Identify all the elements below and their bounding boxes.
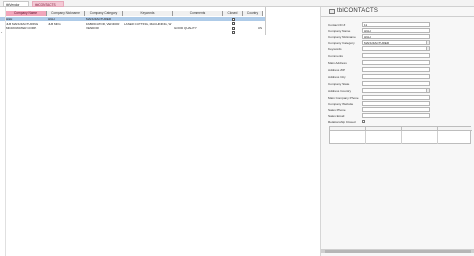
label-main-address: Main Address xyxy=(328,61,347,65)
cell-company-nickname[interactable] xyxy=(47,26,85,30)
label-address-zip: Address ZIP xyxy=(328,68,346,72)
col-header-keywords[interactable]: Keywords xyxy=(123,11,173,16)
col-header-company-nickname[interactable]: Company Nickname xyxy=(47,11,85,16)
company-category-value: MANUFACTURER xyxy=(364,41,390,45)
dropdown-arrow-icon[interactable] xyxy=(426,47,429,50)
address-zip-field[interactable] xyxy=(362,67,430,72)
datasheet-pane: Company Name Company Nickname Company Ca… xyxy=(0,7,320,256)
cell-country[interactable] xyxy=(243,17,263,21)
label-relationship-closed: Relationship Closed xyxy=(328,120,356,124)
scrollbar-thumb[interactable] xyxy=(325,249,471,253)
table-row[interactable]: JLB MANUFACTURING JLB MFG FABRICATOR, VE… xyxy=(0,22,265,26)
label-comments: Comments xyxy=(328,54,343,58)
label-company-state: Company State xyxy=(328,82,350,86)
label-company-name: Company Name xyxy=(328,29,351,33)
label-company-nickname: Company Nickname xyxy=(328,35,356,39)
company-website-field[interactable] xyxy=(362,101,430,106)
form-title: tblCONTACTS xyxy=(337,8,379,14)
cell-company-name[interactable]: H&H xyxy=(5,17,47,21)
subform-cell[interactable] xyxy=(330,131,366,144)
keywords-field[interactable] xyxy=(362,46,430,51)
closed-checkbox[interactable] xyxy=(232,22,235,25)
horizontal-scrollbar[interactable] xyxy=(321,249,474,253)
cell-keywords[interactable] xyxy=(123,17,173,21)
grid-divider xyxy=(265,7,266,35)
cell-company-category[interactable]: FABRICATOR, VENDOR xyxy=(85,22,123,26)
cell-keywords[interactable] xyxy=(123,26,173,30)
comments-field[interactable] xyxy=(362,53,430,58)
col-header-country[interactable]: Country xyxy=(243,11,263,16)
cell-country[interactable] xyxy=(243,22,263,26)
main-company-phone-field[interactable] xyxy=(362,95,430,100)
dropdown-arrow-icon[interactable] xyxy=(426,89,429,92)
form-icon xyxy=(329,8,335,14)
sales-email-field[interactable] xyxy=(362,113,430,118)
cell-country[interactable]: US xyxy=(243,26,263,30)
subform-grid[interactable] xyxy=(329,126,472,144)
table-row[interactable]: MICROWATER CORP. VENDOR GOOD QUALITY US xyxy=(0,26,265,30)
col-header-company-name[interactable]: Company Name xyxy=(5,11,47,16)
label-address-city: Address City xyxy=(328,75,346,79)
form-header: tblCONTACTS xyxy=(329,8,378,14)
col-header-closed[interactable]: Closed xyxy=(223,11,243,16)
cell-company-nickname[interactable]: JLB MFG xyxy=(47,22,85,26)
company-state-field[interactable] xyxy=(362,81,430,86)
company-nickname-field[interactable]: HGH xyxy=(362,34,430,39)
subform-cell[interactable] xyxy=(366,131,402,144)
contact-id-field[interactable]: 11 xyxy=(362,22,430,27)
address-city-field[interactable] xyxy=(362,74,430,79)
closed-checkbox[interactable] xyxy=(232,17,235,21)
label-address-country: Address Country xyxy=(328,89,352,93)
relationship-closed-checkbox[interactable] xyxy=(362,120,365,123)
label-keywords: Keywords xyxy=(328,47,342,51)
col-header-company-category[interactable]: Company Category xyxy=(85,11,123,16)
cell-keywords[interactable]: LASER CUTTING, MACHINING, W xyxy=(123,22,173,26)
closed-checkbox[interactable] xyxy=(232,26,235,30)
label-sales-email: Sales Email xyxy=(328,114,345,118)
label-company-category: Company Category xyxy=(328,41,355,45)
document-tab-strip: tblVendor tblCONTACTS xyxy=(0,0,474,7)
label-main-company-phone: Main Company Phone xyxy=(328,96,359,100)
table-row[interactable]: H&H HGH MANUFACTURER xyxy=(0,17,265,21)
main-address-field[interactable] xyxy=(362,60,430,65)
address-country-field[interactable] xyxy=(362,88,430,93)
subform-cell[interactable] xyxy=(402,131,438,144)
sales-phone-field[interactable] xyxy=(362,107,430,112)
cell-company-category[interactable]: VENDOR xyxy=(85,26,123,30)
datasheet-header: Company Name Company Nickname Company Ca… xyxy=(0,11,265,16)
cell-company-nickname[interactable]: HGH xyxy=(47,17,85,21)
grid-divider xyxy=(4,7,5,256)
label-company-website: Company Website xyxy=(328,102,354,106)
dropdown-arrow-icon[interactable] xyxy=(426,41,429,44)
new-record-marker: * xyxy=(1,30,3,35)
cell-company-name[interactable]: JLB MANUFACTURING xyxy=(5,22,47,26)
col-header-comments[interactable]: Comments xyxy=(173,11,223,16)
company-category-field[interactable]: MANUFACTURER xyxy=(362,40,430,45)
label-contact-id: Contact ID # xyxy=(328,23,346,27)
closed-checkbox[interactable] xyxy=(232,31,235,34)
subform-header-cell xyxy=(438,127,472,131)
new-record-row[interactable]: * xyxy=(0,31,265,35)
cell-comments[interactable]: GOOD QUALITY xyxy=(173,26,223,30)
cell-comments[interactable] xyxy=(173,22,223,26)
cell-comments[interactable] xyxy=(173,17,223,21)
company-name-field[interactable]: HGH xyxy=(362,28,430,33)
cell-company-category[interactable]: MANUFACTURER xyxy=(85,17,123,21)
contacts-form-pane: tblCONTACTS Contact ID # 11 Company Name… xyxy=(320,7,474,256)
label-sales-phone: Sales Phone xyxy=(328,108,346,112)
form-divider xyxy=(321,16,474,17)
cell-company-name[interactable]: MICROWATER CORP. xyxy=(5,26,47,30)
